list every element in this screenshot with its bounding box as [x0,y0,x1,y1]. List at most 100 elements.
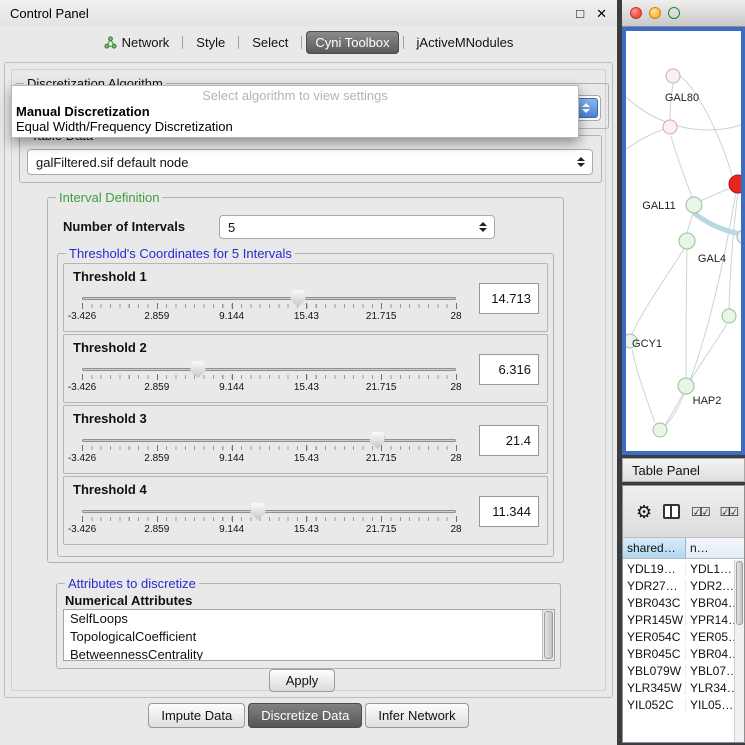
algorithm-menu-placeholder: Select algorithm to view settings [12,88,578,104]
tab-discretize-data[interactable]: Discretize Data [248,703,362,728]
combo-arrows-icon [472,216,494,238]
table-scrollbar[interactable] [734,560,744,742]
menu-item-equal-width-frequency-discretization[interactable]: Equal Width/Frequency Discretization [12,119,578,134]
network-node[interactable] [653,423,667,437]
close-traffic-light-icon[interactable] [630,7,642,19]
threshold-slider[interactable]: -3.4262.8599.14415.4321.71528 [74,359,464,401]
threshold-slider[interactable]: -3.4262.8599.14415.4321.71528 [74,430,464,472]
network-edge[interactable] [632,249,684,334]
column-selector-icon[interactable] [663,504,680,519]
table-cell[interactable]: YBR04… [686,596,734,610]
gear-icon[interactable]: ⚙ [636,503,652,521]
column-header-shared-name[interactable]: shared… [623,538,686,558]
table-cell[interactable]: YDL1… [686,562,734,576]
table-cell[interactable]: YDL19… [623,562,686,576]
close-icon[interactable]: ✕ [596,7,607,20]
table-cell[interactable]: YDR2… [686,579,734,593]
float-window-icon[interactable]: □ [576,7,584,20]
minimize-traffic-light-icon[interactable] [649,7,661,19]
table-row[interactable]: YLR345WYLR34… [623,679,734,696]
table-row[interactable]: YDL19…YDL1… [623,560,734,577]
tab-network[interactable]: Network [95,31,179,54]
clear-checkboxes-icon[interactable]: ☑☑ [720,505,738,519]
table-cell[interactable]: YIL052C [623,698,686,712]
table-row[interactable]: YBL079WYBL07… [623,662,734,679]
tab-cyni-toolbox[interactable]: Cyni Toolbox [306,31,398,54]
table-row[interactable]: YDR27…YDR2… [623,577,734,594]
tab-jactivemnodules[interactable]: jActiveMNodules [408,31,523,54]
table-cell[interactable]: YLR34… [686,681,734,695]
network-node[interactable] [722,309,736,323]
threshold-value-field[interactable]: 21.4 [479,425,539,456]
slider-track[interactable] [82,439,456,442]
apply-button[interactable]: Apply [269,669,335,692]
network-edge[interactable] [679,75,732,176]
tab-label: jActiveMNodules [417,35,514,50]
network-node[interactable] [729,175,741,193]
list-item-betweennesscentrality[interactable]: BetweennessCentrality [64,646,554,661]
network-edge[interactable] [691,324,727,380]
table-cell[interactable]: YER05… [686,630,734,644]
table-cell[interactable]: YLR345W [623,681,686,695]
network-edge[interactable] [626,127,670,151]
table-row[interactable]: YIL052CYIL05… [623,696,734,713]
slider-scale-label: 21.715 [366,524,397,535]
network-edge[interactable] [666,192,736,425]
number-of-intervals-select[interactable]: 5 [219,215,495,239]
network-svg[interactable]: GAL80GAL11GAL4GCY1HAP2 [626,31,741,451]
threshold-value-field[interactable]: 6.316 [479,354,539,385]
scrollbar-thumb[interactable] [544,611,553,659]
table-row[interactable]: YBR043CYBR04… [623,594,734,611]
table-cell[interactable]: YBR04… [686,647,734,661]
slider-track[interactable] [82,510,456,513]
column-header-name[interactable]: n… [686,538,744,558]
network-canvas[interactable]: GAL80GAL11GAL4GCY1HAP2 [622,27,745,455]
tab-select[interactable]: Select [243,31,297,54]
table-cell[interactable]: YBR043C [623,596,686,610]
attribute-items: SelfLoopsTopologicalCoefficientBetweenne… [64,610,554,661]
threshold-value-field[interactable]: 14.713 [479,283,539,314]
tab-style[interactable]: Style [187,31,234,54]
network-edge[interactable] [632,349,655,423]
table-cell[interactable]: YBL07… [686,664,734,678]
network-node[interactable] [666,69,680,83]
table-row[interactable]: YBR045CYBR04… [623,645,734,662]
network-edge[interactable] [700,188,730,201]
select-all-checkboxes-icon[interactable]: ☑☑ [691,505,709,519]
tab-infer-network[interactable]: Infer Network [365,703,468,728]
table-row[interactable]: YER054CYER05… [623,628,734,645]
network-node[interactable] [686,197,702,213]
network-edge[interactable] [665,394,683,425]
zoom-traffic-light-icon[interactable] [668,7,680,19]
scrollbar-thumb[interactable] [736,561,743,625]
table-cell[interactable]: YER054C [623,630,686,644]
table-cell[interactable]: YBL079W [623,664,686,678]
table-cell[interactable]: YPR145W [623,613,686,627]
network-node-label: GCY1 [632,338,662,350]
threshold-value-field[interactable]: 11.344 [479,496,539,527]
network-node[interactable] [678,378,694,394]
table-cell[interactable]: YDR27… [623,579,686,593]
menu-item-manual-discretization[interactable]: Manual Discretization [12,104,578,119]
table-row[interactable]: YPR145WYPR14… [623,611,734,628]
table-cell[interactable]: YPR14… [686,613,734,627]
network-window-titlebar[interactable] [622,0,745,27]
network-edge[interactable] [686,249,687,378]
slider-track[interactable] [82,368,456,371]
table-cell[interactable]: YIL05… [686,698,734,712]
network-edge[interactable] [671,136,692,197]
threshold-slider[interactable]: -3.4262.8599.14415.4321.71528 [74,288,464,330]
attributes-scrollbar[interactable] [542,610,554,660]
table-data-select[interactable]: galFiltered.sif default node [27,149,593,175]
list-item-selfloops[interactable]: SelfLoops [64,610,554,628]
threshold-slider[interactable]: -3.4262.8599.14415.4321.71528 [74,501,464,543]
slider-minor-ticks [82,517,456,521]
network-node[interactable] [663,120,677,134]
network-node[interactable] [679,233,695,249]
tab-impute-data[interactable]: Impute Data [148,703,245,728]
network-edge[interactable] [687,213,693,233]
slider-track[interactable] [82,297,456,300]
list-item-topologicalcoefficient[interactable]: TopologicalCoefficient [64,628,554,646]
table-cell[interactable]: YBR045C [623,647,686,661]
network-edge[interactable] [729,193,738,309]
